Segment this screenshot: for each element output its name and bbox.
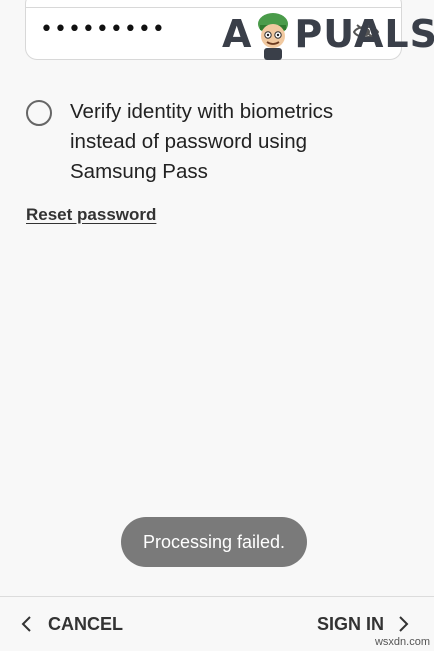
biometrics-label: Verify identity with biometrics instead … [70,100,334,183]
chevron-right-icon [399,616,409,632]
password-value: ••••••••• [40,17,166,42]
watermark: wsxdn.com [374,636,430,648]
biometrics-radio[interactable] [26,100,52,126]
toast-message: Processing failed. [121,517,307,567]
appuals-logo: A PUALS [222,4,434,64]
reset-password-link[interactable]: Reset password [26,205,156,225]
logo-text-left: A [222,12,253,56]
logo-text-right: PUALS [294,12,434,56]
mascot-icon [258,13,289,60]
bottom-action-bar: CANCEL SIGN IN [0,596,434,651]
cancel-label: CANCEL [48,613,123,634]
chevron-left-icon [21,616,31,632]
cancel-button[interactable]: CANCEL [20,597,123,651]
sign-in-label: SIGN IN [316,613,384,634]
